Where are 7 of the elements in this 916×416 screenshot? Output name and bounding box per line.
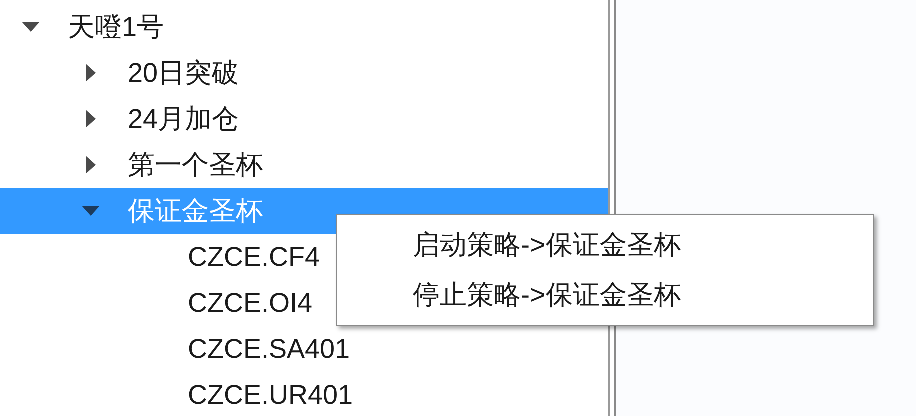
tree-item[interactable]: CZCE.SA401 (0, 326, 608, 372)
tree-item[interactable]: CZCE.UR401 (0, 372, 608, 416)
tree-item[interactable]: 天噔1号 (0, 4, 608, 50)
tree-item[interactable]: 第一个圣杯 (0, 142, 608, 188)
menu-item[interactable]: 停止策略->保证金圣杯 (337, 270, 873, 320)
tree-item[interactable]: 24月加仓 (0, 96, 608, 142)
tree-item[interactable]: 20日突破 (0, 50, 608, 96)
